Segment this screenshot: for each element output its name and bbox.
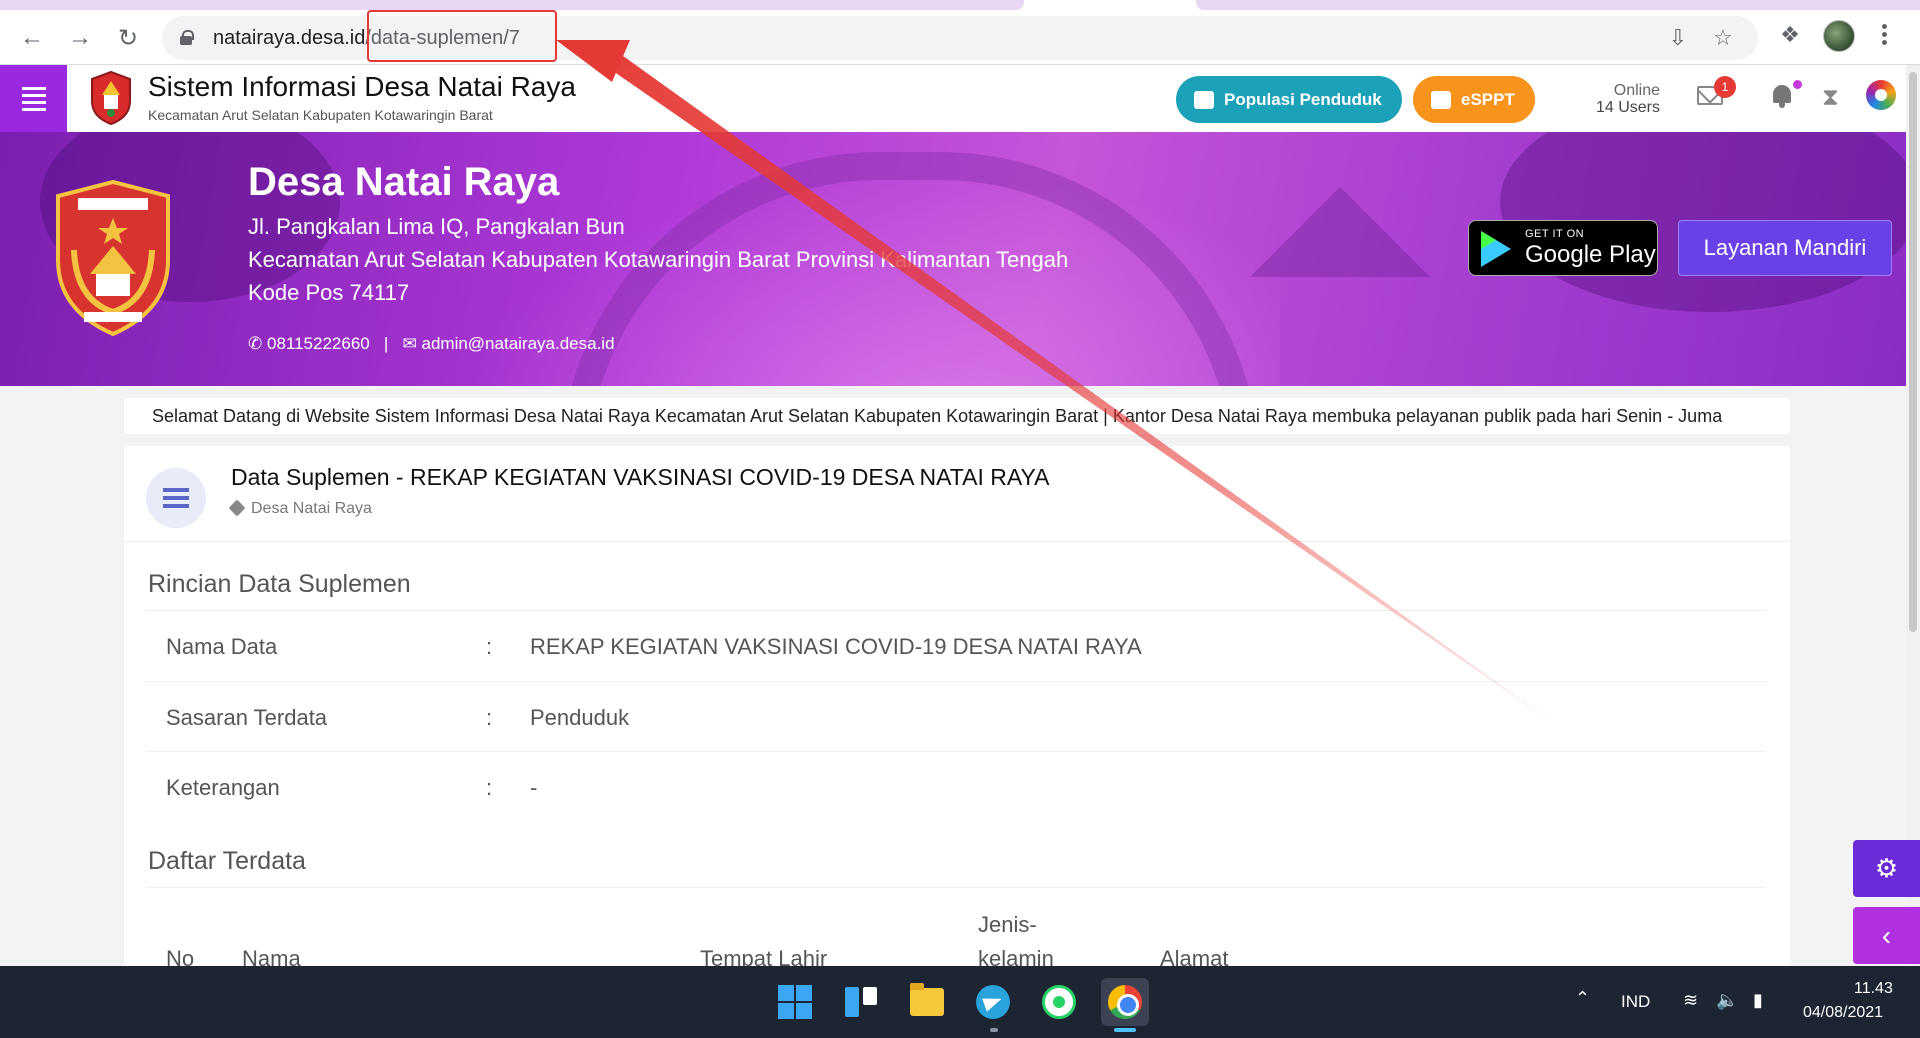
widgets-button[interactable]: [837, 978, 885, 1026]
address-line: Jl. Pangkalan Lima IQ, Pangkalan Bun: [248, 214, 625, 239]
chart-icon: [1431, 90, 1451, 109]
address-bar[interactable]: natairaya.desa.id/data-suplemen/7 ⇩ ☆: [162, 16, 1758, 60]
back-arrow-icon[interactable]: ←: [14, 20, 50, 56]
category-tag[interactable]: Desa Natai Raya: [228, 499, 372, 518]
file-explorer-button[interactable]: [903, 978, 951, 1026]
phone-number[interactable]: 08115222660: [267, 334, 370, 353]
separator: |: [374, 334, 398, 353]
inactive-tab-right[interactable]: [1196, 0, 1920, 10]
data-suplemen-card: Data Suplemen - REKAP KEGIATAN VAKSINASI…: [124, 446, 1790, 971]
row-label-keterangan: Keterangan: [166, 775, 280, 800]
input-language[interactable]: IND: [1621, 992, 1650, 1012]
install-app-icon[interactable]: ⇩: [1666, 25, 1690, 50]
collapse-panel-button[interactable]: ‹: [1853, 907, 1920, 964]
esppt-button[interactable]: eSPPT: [1413, 76, 1535, 123]
whatsapp-icon: [1042, 985, 1076, 1019]
wifi-icon[interactable]: ≋: [1683, 990, 1698, 1011]
widgets-icon: [845, 987, 877, 1017]
bookmark-star-icon[interactable]: ☆: [1711, 25, 1735, 50]
clock-time[interactable]: 11.43: [1854, 980, 1893, 998]
theme-color-icon[interactable]: [1866, 80, 1896, 110]
online-users: Online 14 Users: [1595, 82, 1660, 116]
google-play-icon-accent: [1481, 231, 1496, 249]
chrome-menu-icon[interactable]: [1880, 22, 1888, 48]
divider: [146, 681, 1766, 682]
lock-icon[interactable]: [180, 30, 194, 45]
contact-info: ✆ 08115222660 | ✉ admin@natairaya.desa.i…: [248, 334, 615, 354]
section-daftar-heading: Daftar Terdata: [148, 847, 306, 875]
folder-icon: [910, 983, 944, 1016]
windows-taskbar: ⌃ IND ≋ 🔈 ▮ 11.43 04/08/2021: [0, 966, 1920, 1038]
extensions-puzzle-icon[interactable]: ❖: [1777, 22, 1803, 48]
windows-logo-icon: [778, 985, 812, 1019]
email-address[interactable]: admin@natairaya.desa.id: [422, 334, 615, 353]
divider: [146, 887, 1766, 888]
tag-icon: [228, 499, 246, 517]
row-colon: :: [486, 775, 493, 800]
show-hidden-icons-chevron-icon[interactable]: ⌃: [1575, 988, 1590, 1009]
row-label-nama-data: Nama Data: [166, 634, 278, 659]
welcome-marquee: Selamat Datang di Website Sistem Informa…: [124, 398, 1790, 434]
address-line: Kecamatan Arut Selatan Kabupaten Kotawar…: [248, 247, 1069, 272]
marquee-text: Selamat Datang di Website Sistem Informa…: [152, 406, 1723, 426]
site-header: Sistem Informasi Desa Natai Raya Kecamat…: [0, 65, 1920, 132]
row-value-nama-data: REKAP KEGIATAN VAKSINASI COVID-19 DESA N…: [530, 634, 1142, 659]
postal-code: Kode Pos 74117: [248, 280, 410, 305]
chevron-left-icon: ‹: [1881, 919, 1892, 951]
row-colon: :: [486, 634, 493, 659]
gear-icon: ⚙: [1874, 853, 1899, 883]
village-logo[interactable]: [90, 71, 132, 125]
inactive-tab-left[interactable]: [0, 0, 1024, 10]
row-label-sasaran: Sasaran Terdata: [166, 705, 328, 730]
email-icon: ✉: [402, 334, 417, 353]
telegram-icon: [976, 985, 1010, 1019]
phone-icon: ✆: [248, 334, 263, 353]
village-name: Desa Natai Raya: [248, 160, 560, 204]
url-text[interactable]: natairaya.desa.id/data-suplemen/7: [213, 27, 520, 50]
volume-icon[interactable]: 🔈: [1716, 990, 1738, 1011]
settings-gear-button[interactable]: ⚙: [1853, 840, 1920, 897]
google-play-button[interactable]: GET IT ON Google Play: [1468, 220, 1658, 276]
chrome-icon: [1108, 985, 1142, 1019]
layanan-mandiri-button[interactable]: Layanan Mandiri: [1678, 220, 1892, 276]
google-play-big-text: Google Play: [1525, 241, 1656, 268]
whatsapp-button[interactable]: [1035, 978, 1083, 1026]
clock-date[interactable]: 04/08/2021: [1803, 1004, 1883, 1022]
populasi-penduduk-button[interactable]: Populasi Penduduk: [1176, 76, 1402, 123]
reload-icon[interactable]: ↻: [110, 20, 146, 56]
telegram-button[interactable]: [969, 978, 1017, 1026]
row-value-keterangan: -: [530, 775, 538, 800]
bell-icon[interactable]: [1771, 85, 1793, 108]
forward-arrow-icon[interactable]: →: [62, 20, 98, 56]
mail-badge: 1: [1714, 76, 1736, 98]
google-play-small-text: GET IT ON: [1525, 228, 1585, 240]
notification-dot: [1793, 80, 1802, 89]
kotawaringin-barat-crest: [56, 180, 170, 336]
page-title: Data Suplemen - REKAP KEGIATAN VAKSINASI…: [231, 464, 1050, 490]
start-button[interactable]: [771, 978, 819, 1026]
battery-icon[interactable]: ▮: [1753, 990, 1763, 1011]
village-banner: Desa Natai Raya Jl. Pangkalan Lima IQ, P…: [0, 132, 1906, 386]
divider: [146, 610, 1766, 611]
browser-toolbar: ← → ↻ natairaya.desa.id/data-suplemen/7 …: [0, 10, 1920, 65]
sidebar-menu-button[interactable]: [0, 65, 67, 132]
site-subtitle: Kecamatan Arut Selatan Kabupaten Kotawar…: [148, 107, 493, 123]
row-colon: :: [486, 705, 493, 730]
running-indicator: [990, 1028, 998, 1032]
row-value-sasaran: Penduduk: [530, 705, 630, 730]
chart-icon: [1194, 90, 1214, 109]
site-title[interactable]: Sistem Informasi Desa Natai Raya: [148, 71, 576, 103]
scrollbar-thumb[interactable]: [1909, 72, 1917, 632]
active-indicator: [1114, 1028, 1136, 1032]
list-icon: [146, 468, 206, 528]
rss-icon[interactable]: ⧗: [1822, 84, 1839, 112]
section-rincian-heading: Rincian Data Suplemen: [148, 570, 411, 598]
card-header: Data Suplemen - REKAP KEGIATAN VAKSINASI…: [124, 446, 1790, 542]
profile-avatar[interactable]: [1823, 20, 1855, 52]
table-header-jenis-kelamin[interactable]: Jenis-: [978, 912, 1037, 938]
chrome-taskbar-button[interactable]: [1101, 978, 1149, 1026]
divider: [146, 751, 1766, 752]
